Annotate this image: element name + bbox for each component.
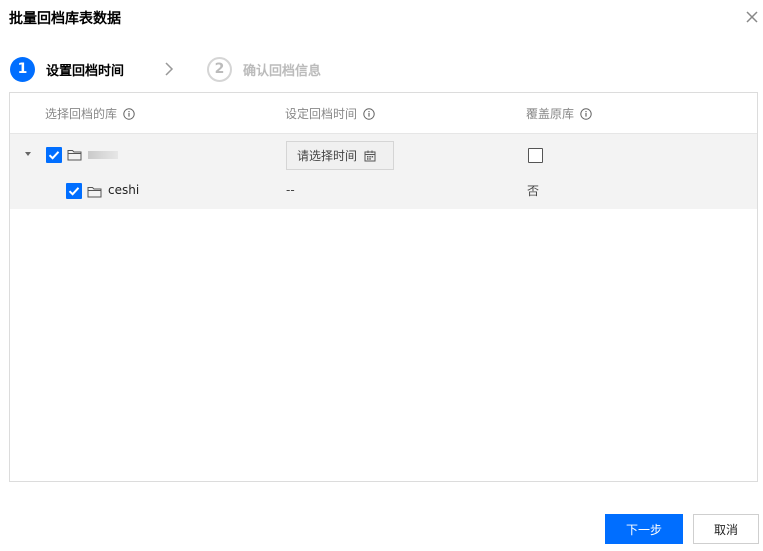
header-label: 覆盖原库	[526, 107, 575, 121]
table-row: 请选择时间	[10, 134, 757, 173]
header-label: 设定回档时间	[285, 107, 358, 121]
close-icon[interactable]	[743, 8, 761, 26]
step-2-label: 确认回档信息	[243, 63, 322, 79]
dialog-title: 批量回档库表数据	[9, 11, 121, 27]
header-select-database: 选择回档的库	[45, 105, 135, 122]
step-1-number: 1	[10, 56, 35, 82]
info-icon[interactable]	[363, 107, 375, 120]
calendar-icon	[364, 150, 376, 161]
table-header: 选择回档的库 设定回档时间 覆盖原库	[10, 93, 757, 134]
chevron-right-icon	[165, 62, 174, 76]
info-icon[interactable]	[580, 107, 592, 120]
step-1-label: 设置回档时间	[46, 63, 125, 79]
rollback-time-value: --	[286, 183, 295, 197]
caret-down-icon[interactable]	[23, 150, 33, 158]
database-checkbox[interactable]	[46, 147, 62, 163]
header-label: 选择回档的库	[45, 107, 118, 121]
folder-icon	[87, 187, 102, 198]
database-table: 选择回档的库 设定回档时间 覆盖原库 请选择时间 ceshi -- 否	[9, 92, 758, 482]
masked-instance-name	[88, 151, 118, 159]
cancel-button[interactable]: 取消	[693, 514, 759, 544]
cover-original-checkbox[interactable]	[528, 148, 543, 163]
cover-original-value: 否	[527, 184, 540, 198]
table-checkbox[interactable]	[66, 183, 82, 199]
header-cover-original: 覆盖原库	[526, 105, 592, 122]
select-time-button[interactable]: 请选择时间	[286, 141, 394, 170]
info-icon[interactable]	[123, 107, 135, 120]
next-step-button[interactable]: 下一步	[605, 514, 683, 544]
header-set-time: 设定回档时间	[285, 105, 375, 122]
folder-icon	[67, 150, 82, 161]
check-icon	[68, 187, 80, 196]
select-time-placeholder: 请选择时间	[297, 149, 358, 163]
step-2-number: 2	[207, 56, 232, 82]
table-row: ceshi -- 否	[10, 173, 757, 209]
check-icon	[48, 151, 60, 160]
step-1: 1 设置回档时间	[10, 56, 124, 82]
database-name: ceshi	[108, 183, 140, 197]
step-2: 2 确认回档信息	[207, 56, 321, 82]
